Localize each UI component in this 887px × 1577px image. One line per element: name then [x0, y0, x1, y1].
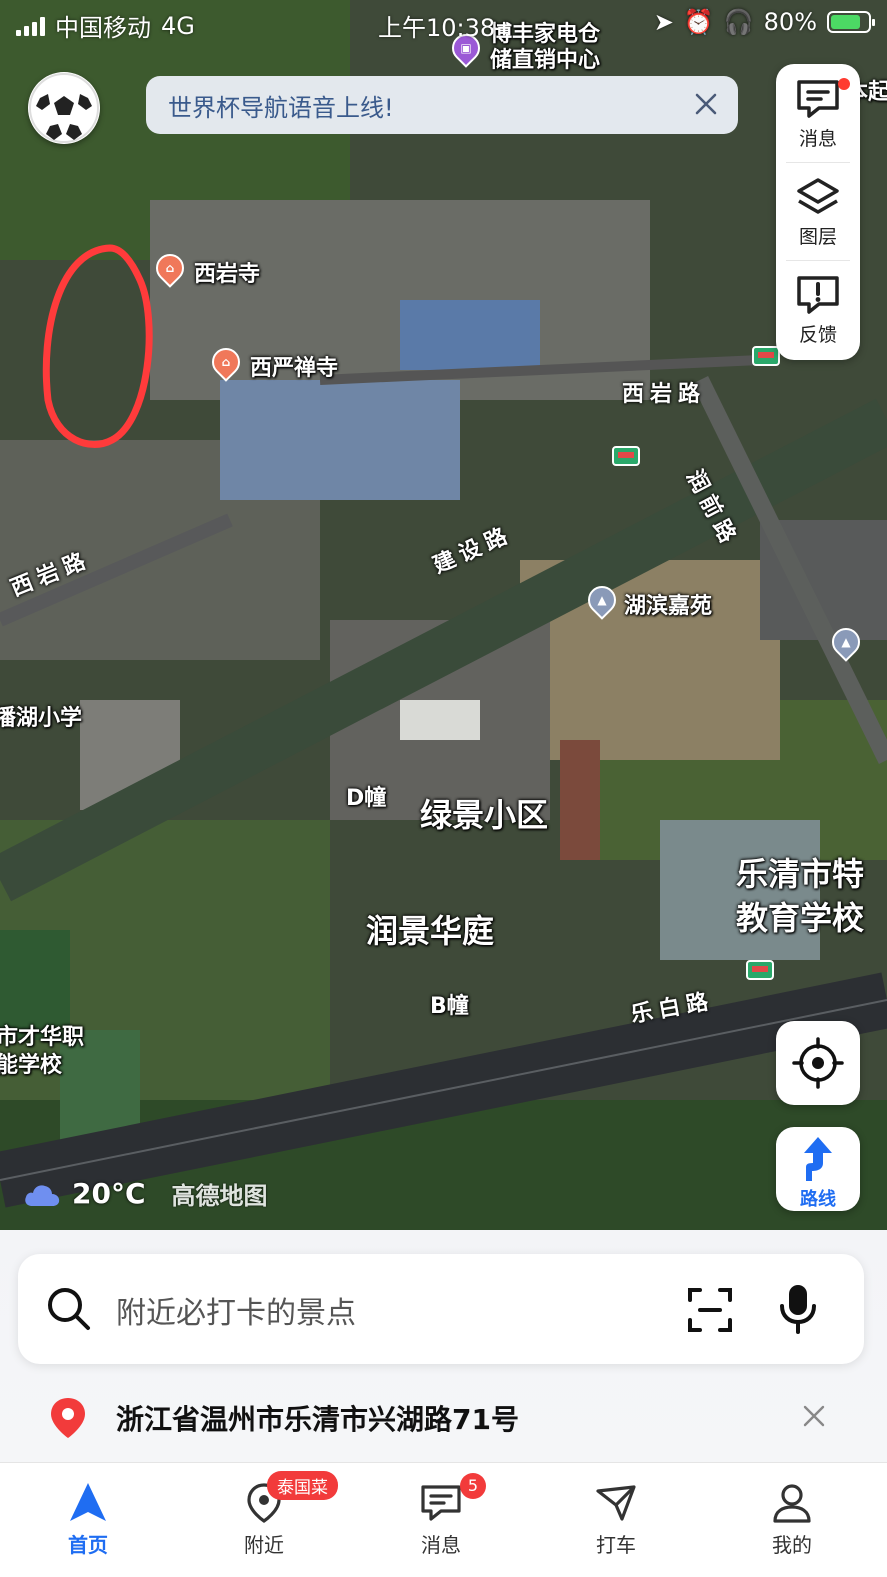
temperature: 20°C: [72, 1177, 146, 1210]
taxi-icon: [596, 1485, 636, 1521]
search-icon: [48, 1288, 90, 1330]
network-label: 4G: [161, 11, 195, 40]
carrier-label: 中国移动: [55, 14, 151, 42]
poi-vocational-school[interactable]: 市才华职能学校: [0, 1024, 86, 1080]
navigation-arrow-icon: [70, 1483, 106, 1521]
bottom-tab-bar: 首页 附近 泰国菜 消息 5 打车 我的: [0, 1462, 887, 1577]
search-placeholder: 附近必打卡的景点: [116, 1296, 356, 1331]
poi-panhu-school[interactable]: 潘湖小学: [0, 700, 82, 732]
clock: 上午10:38: [378, 14, 496, 42]
unread-dot: [838, 78, 850, 90]
user-icon: [773, 1484, 811, 1523]
tab-home[interactable]: 首页: [33, 1463, 143, 1577]
messages-button[interactable]: 消息: [776, 64, 860, 160]
location-arrow-icon: ➤: [653, 8, 674, 36]
poi-temple-xiyan[interactable]: 西岩寺: [194, 256, 260, 288]
feedback-button[interactable]: 反馈: [776, 260, 860, 356]
layers-button[interactable]: 图层: [776, 162, 860, 258]
address-text: 浙江省温州市乐清市兴湖路71号: [116, 1403, 519, 1436]
tab-messages[interactable]: 消息 5: [386, 1463, 496, 1577]
side-controls: 消息 图层 反馈: [776, 64, 860, 360]
tab-nearby-label: 附近: [244, 1533, 284, 1557]
feedback-icon: [797, 276, 839, 314]
poi-special-school[interactable]: 乐清市特教育学校: [736, 852, 886, 940]
crosshair-icon: [792, 1037, 844, 1089]
poi-temple-xiyan-chan[interactable]: 西严禅寺: [250, 350, 338, 382]
tab-messages-label: 消息: [421, 1533, 461, 1557]
map-brand-logo: 高德地图: [171, 1182, 268, 1210]
tab-taxi-label: 打车: [596, 1533, 636, 1557]
message-icon: [421, 1485, 461, 1521]
current-address-row[interactable]: 浙江省温州市乐清市兴湖路71号: [0, 1380, 887, 1460]
map-imagery: [0, 0, 887, 1300]
battery-percent: 80%: [763, 8, 817, 36]
battery-icon: [827, 11, 875, 33]
bottom-sheet: 附近必打卡的景点 浙江省温州市乐清市兴湖路71号 首页 附近 泰国菜 消息 5 …: [0, 1230, 887, 1577]
poi-runjing-huating[interactable]: 润景华庭: [366, 906, 494, 952]
poi-building-b[interactable]: B幢: [430, 988, 469, 1020]
poi-building-d[interactable]: D幢: [346, 780, 386, 812]
feedback-label: 反馈: [798, 324, 837, 346]
poi-lvjing-community[interactable]: 绿景小区: [420, 790, 548, 836]
announcement-text: 世界杯导航语音上线!: [168, 93, 394, 122]
status-bar: 中国移动 4G 上午10:38 ➤ ⏰ 🎧 80%: [0, 0, 887, 46]
announcement-banner[interactable]: 世界杯导航语音上线!: [146, 76, 738, 134]
poi-hubin-jiayuan[interactable]: 湖滨嘉苑: [624, 588, 712, 620]
tab-taxi[interactable]: 打车: [561, 1463, 671, 1577]
bus-stop-icon[interactable]: [612, 446, 640, 466]
close-icon[interactable]: [802, 1404, 826, 1428]
worldcup-football-icon[interactable]: [28, 72, 100, 144]
route-button[interactable]: 路线: [776, 1127, 860, 1211]
route-label: 路线: [800, 1189, 836, 1210]
signal-icon: [16, 16, 45, 36]
headphones-icon: 🎧: [723, 8, 754, 36]
cloud-icon: [25, 1184, 60, 1206]
tab-home-label: 首页: [68, 1533, 108, 1557]
messages-label: 消息: [798, 128, 837, 150]
close-icon[interactable]: [692, 90, 720, 118]
tab-profile-label: 我的: [772, 1533, 812, 1557]
road-xiyan-east: 西岩路: [622, 382, 707, 407]
bus-stop-icon[interactable]: [746, 960, 774, 980]
unread-count-badge: 5: [460, 1473, 486, 1499]
nearby-tag: 泰国菜: [267, 1471, 338, 1500]
route-arrow-icon: [804, 1137, 832, 1181]
weather-widget[interactable]: 20°C 高德地图: [22, 1176, 268, 1211]
tab-profile[interactable]: 我的: [737, 1463, 847, 1577]
microphone-icon[interactable]: [778, 1282, 818, 1336]
search-bar[interactable]: 附近必打卡的景点: [18, 1254, 864, 1364]
message-icon: [797, 80, 839, 118]
location-pin-icon: [51, 1398, 85, 1438]
layers-icon: [797, 178, 839, 214]
scan-icon[interactable]: [686, 1286, 734, 1334]
locate-button[interactable]: [776, 1021, 860, 1105]
layers-label: 图层: [798, 226, 837, 248]
satellite-map[interactable]: ▣ 博丰家电仓储直销中心 ⌂ 西岩寺 ⌂ 西严禅寺 ▲ 湖滨嘉苑 ▲ D幢 绿景…: [0, 0, 887, 1300]
alarm-icon: ⏰: [683, 8, 714, 36]
tab-nearby[interactable]: 附近 泰国菜: [209, 1463, 338, 1577]
